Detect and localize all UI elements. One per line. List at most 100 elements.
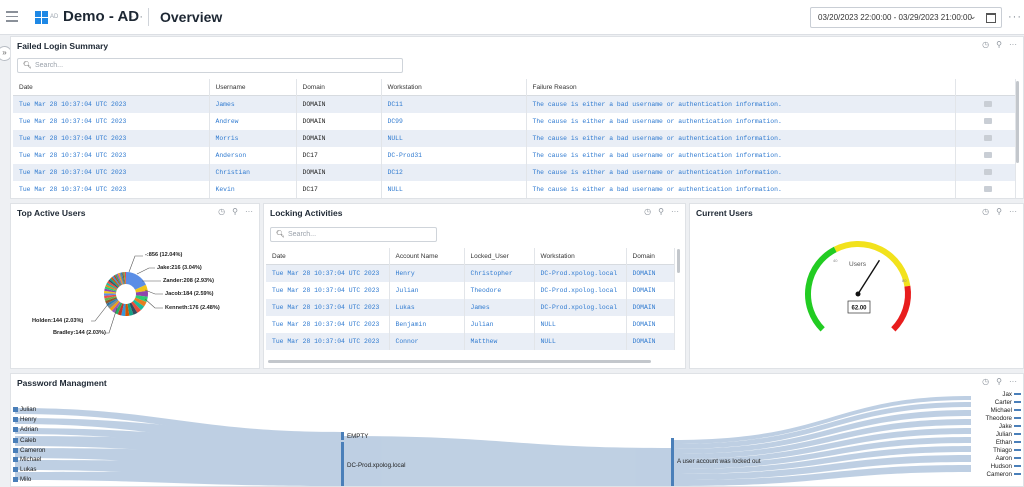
table-row[interactable]: Tue Mar 28 10:37:04 UTC 2023 Benjamin Ju…: [266, 316, 675, 333]
sankey-left-node[interactable]: Julian: [13, 406, 36, 413]
horizontal-scrollbar[interactable]: [268, 360, 651, 363]
table-row[interactable]: Tue Mar 28 10:37:04 UTC 2023 Christian D…: [13, 164, 1016, 181]
cell-workstation[interactable]: DC-Prod.xpolog.local: [534, 282, 627, 299]
cell-date[interactable]: Tue Mar 28 10:37:04 UTC 2023: [13, 147, 210, 164]
cell-locked-user[interactable]: Christopher: [464, 264, 535, 282]
sankey-event-label[interactable]: A user account was locked out: [677, 458, 761, 465]
sankey-left-node[interactable]: Lukas: [13, 466, 37, 473]
chevron-down-icon[interactable]: ⌄: [969, 11, 977, 22]
vertical-scrollbar[interactable]: [1016, 81, 1019, 163]
sankey-left-node[interactable]: Henry: [13, 416, 37, 423]
sankey-node[interactable]: [671, 438, 674, 486]
search-icon[interactable]: ⚲: [996, 40, 1002, 49]
clock-icon[interactable]: ◷: [982, 40, 989, 49]
cell-username[interactable]: Kevin: [209, 181, 297, 198]
cell-date[interactable]: Tue Mar 28 10:37:04 UTC 2023: [266, 299, 390, 316]
sankey-chart[interactable]: [11, 374, 1023, 486]
cell-date[interactable]: Tue Mar 28 10:37:04 UTC 2023: [266, 333, 390, 350]
cell-locked-user[interactable]: Julian: [464, 316, 535, 333]
column-header[interactable]: Date: [13, 79, 210, 96]
column-header[interactable]: Date: [266, 248, 390, 265]
cell-reason[interactable]: The cause is either a bad username or au…: [526, 147, 956, 164]
pie-chart[interactable]: [11, 204, 259, 368]
cell-date[interactable]: Tue Mar 28 10:37:04 UTC 2023: [13, 95, 210, 113]
sankey-mid-label[interactable]: DC-Prod.xpolog.local: [347, 462, 405, 469]
cell-workstation[interactable]: DC-Prod31: [381, 147, 527, 164]
sankey-left-node[interactable]: Adrian: [13, 426, 38, 433]
sankey-right-node[interactable]: Aaron: [986, 455, 1022, 463]
hamburger-menu-icon[interactable]: [6, 11, 18, 25]
cell-reason[interactable]: The cause is either a bad username or au…: [526, 130, 956, 147]
cell-domain[interactable]: DOMAIN: [626, 333, 675, 350]
cell-date[interactable]: Tue Mar 28 10:37:04 UTC 2023: [266, 282, 390, 299]
vertical-scrollbar[interactable]: [677, 249, 680, 273]
search-input[interactable]: 🔍︎ Search...: [17, 58, 403, 73]
date-range-picker[interactable]: 03/20/2023 22:00:00 - 03/29/2023 21:00:0…: [810, 7, 1002, 28]
row-action-icon[interactable]: [955, 130, 1016, 147]
sankey-left-node[interactable]: Cameron: [13, 447, 45, 454]
table-row[interactable]: Tue Mar 28 10:37:04 UTC 2023 James DOMAI…: [13, 95, 1016, 113]
table-row[interactable]: Tue Mar 28 10:37:04 UTC 2023 Andrew DOMA…: [13, 113, 1016, 130]
column-header[interactable]: Locked_User: [464, 248, 535, 265]
cell-workstation[interactable]: NULL: [534, 316, 627, 333]
cell-domain[interactable]: DOMAIN: [626, 299, 675, 316]
cell-username[interactable]: James: [209, 95, 297, 113]
app-more-icon[interactable]: ···: [130, 11, 144, 23]
cell-date[interactable]: Tue Mar 28 10:37:04 UTC 2023: [13, 164, 210, 181]
cell-account[interactable]: Connor: [389, 333, 465, 350]
column-header[interactable]: Username: [209, 79, 297, 96]
cell-username[interactable]: Anderson: [209, 147, 297, 164]
cell-date[interactable]: Tue Mar 28 10:37:04 UTC 2023: [266, 316, 390, 333]
cell-account[interactable]: Lukas: [389, 299, 465, 316]
table-row[interactable]: Tue Mar 28 10:37:04 UTC 2023 Kevin DC17 …: [13, 181, 1016, 198]
cell-workstation[interactable]: NULL: [534, 333, 627, 350]
table-row[interactable]: Tue Mar 28 10:37:04 UTC 2023 Anderson DC…: [13, 147, 1016, 164]
cell-domain[interactable]: DOMAIN: [626, 264, 675, 282]
cell-username[interactable]: Morris: [209, 130, 297, 147]
search-input[interactable]: 🔍︎ Search...: [270, 227, 437, 242]
sankey-left-node[interactable]: Milo: [13, 476, 31, 483]
row-action-icon[interactable]: [955, 95, 1016, 113]
table-row[interactable]: Tue Mar 28 10:37:04 UTC 2023 Henry Chris…: [266, 264, 675, 282]
sankey-mid-label[interactable]: EMPTY: [347, 433, 368, 440]
cell-account[interactable]: Benjamin: [389, 316, 465, 333]
cell-date[interactable]: Tue Mar 28 10:37:04 UTC 2023: [13, 181, 210, 198]
row-action-icon[interactable]: [955, 113, 1016, 130]
cell-locked-user[interactable]: James: [464, 299, 535, 316]
row-action-icon[interactable]: [955, 147, 1016, 164]
calendar-icon[interactable]: [986, 13, 996, 23]
sankey-right-node[interactable]: Julian: [986, 431, 1022, 439]
cell-date[interactable]: Tue Mar 28 10:37:04 UTC 2023: [266, 264, 390, 282]
app-title[interactable]: Demo - AD: [63, 8, 139, 25]
cell-reason[interactable]: The cause is either a bad username or au…: [526, 164, 956, 181]
cell-workstation[interactable]: NULL: [381, 181, 527, 198]
cell-date[interactable]: Tue Mar 28 10:37:04 UTC 2023: [13, 130, 210, 147]
cell-workstation[interactable]: DC-Prod.xpolog.local: [534, 299, 627, 316]
sankey-left-node[interactable]: Caleb: [13, 437, 36, 444]
column-header[interactable]: Domain: [626, 248, 675, 265]
table-row[interactable]: Tue Mar 28 10:37:04 UTC 2023 Lukas James…: [266, 299, 675, 316]
sankey-left-node[interactable]: Michael: [13, 456, 41, 463]
sankey-right-node[interactable]: Hudson: [986, 463, 1022, 471]
sankey-node[interactable]: [341, 432, 344, 440]
column-header[interactable]: Domain: [296, 79, 382, 96]
cell-domain[interactable]: DOMAIN: [626, 316, 675, 333]
cell-locked-user[interactable]: Theodore: [464, 282, 535, 299]
table-row[interactable]: Tue Mar 28 10:37:04 UTC 2023 Morris DOMA…: [13, 130, 1016, 147]
sankey-right-node[interactable]: Michael: [986, 407, 1022, 415]
sankey-right-node[interactable]: Thiago: [986, 447, 1022, 455]
more-icon[interactable]: ···: [671, 207, 679, 216]
search-icon[interactable]: ⚲: [658, 207, 664, 216]
cell-domain[interactable]: DOMAIN: [626, 282, 675, 299]
table-row[interactable]: Tue Mar 28 10:37:04 UTC 2023 Connor Matt…: [266, 333, 675, 350]
cell-reason[interactable]: The cause is either a bad username or au…: [526, 95, 956, 113]
cell-workstation[interactable]: NULL: [381, 130, 527, 147]
table-row[interactable]: Tue Mar 28 10:37:04 UTC 2023 Julian Theo…: [266, 282, 675, 299]
row-action-icon[interactable]: [955, 164, 1016, 181]
sankey-node[interactable]: [341, 442, 344, 486]
column-header[interactable]: Failure Reason: [526, 79, 956, 96]
column-header[interactable]: Workstation: [534, 248, 627, 265]
sankey-right-node[interactable]: Ethan: [986, 439, 1022, 447]
cell-workstation[interactable]: DC12: [381, 164, 527, 181]
cell-username[interactable]: Christian: [209, 164, 297, 181]
